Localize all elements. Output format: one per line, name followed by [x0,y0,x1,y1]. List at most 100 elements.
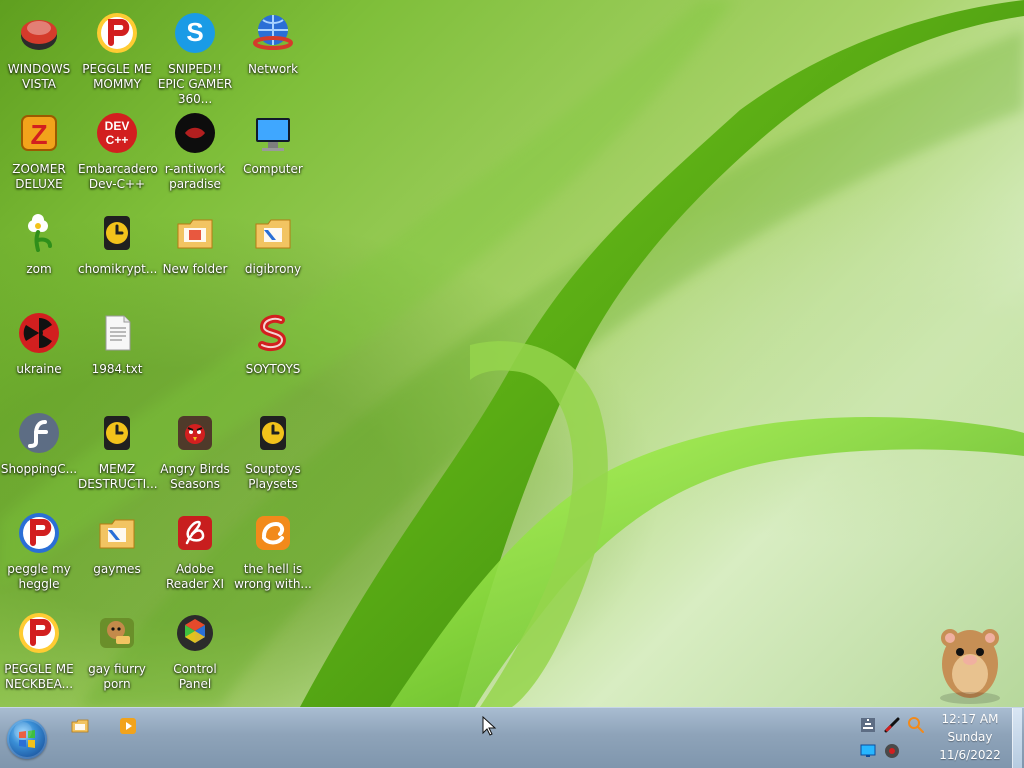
svg-text:S: S [186,17,203,47]
taskbar: 12:17 AM Sunday 11/6/2022 [0,707,1024,768]
desktop-icon-souptoys-playsets[interactable]: Souptoys Playsets [234,404,312,494]
icon-label: Network [247,62,299,76]
flash-icon [19,413,59,453]
svg-text:DEV: DEV [105,119,130,133]
icon-label: Souptoys Playsets [245,462,301,491]
hamster-desktop-pet[interactable] [920,612,1020,706]
peggle-icon [97,13,137,53]
icon-label: r-antiwork paradise [164,162,226,191]
skype-icon: S [175,13,215,53]
folder-blue-icon [99,519,135,549]
folder-icon[interactable] [70,716,90,736]
desktop-icon-embarcadero-dev-cpp[interactable]: DEV C++ Embarcadero Dev-C++ [78,104,158,194]
desktop-icon-shoppingc[interactable]: ShoppingC... [0,404,78,494]
angry-birds-icon [178,416,212,450]
icon-label: Control Panel [173,662,217,691]
icon-label: Computer [243,162,303,176]
uc-browser-icon [256,516,290,550]
flower-icon [28,214,52,252]
desktop-icon-grid: WINDOWS VISTA PEGGLE ME MOMMY S SNIPED!!… [0,0,320,700]
desktop-icon-windows-vista[interactable]: WINDOWS VISTA [0,4,78,94]
icon-label: ZOOMER DELUXE [12,162,66,191]
desktop-icon-angry-birds-seasons[interactable]: Angry Birds Seasons [156,404,234,494]
desktop-icon-network[interactable]: Network [234,4,312,94]
adobe-reader-icon [178,516,212,550]
vista-icon [21,20,57,50]
icon-label: PEGGLE ME NECKBEA... [4,662,74,691]
network-globe-icon [253,15,293,50]
computer-monitor-icon [256,118,290,151]
radiation-icon [19,313,59,353]
desktop-icon-soytoys[interactable]: SOYTOYS [234,304,312,394]
monitor-tray-icon[interactable] [859,742,877,760]
icon-label: peggle my heggle [7,562,71,591]
icon-label: SNIPED!! EPIC GAMER 360... [157,62,233,106]
devcpp-icon: DEV C++ [97,113,137,153]
quick-launch [70,716,160,740]
zoomer-deluxe-icon: Z [21,115,57,151]
peggle-icon [19,513,59,553]
icon-label: gaymes [93,562,141,576]
icon-label: Angry Birds Seasons [160,462,230,491]
icon-label: gay fiurry porn [88,662,146,691]
icon-label: ShoppingC... [0,462,78,476]
desktop-icon-1984-txt[interactable]: 1984.txt [78,304,156,394]
icon-label: WINDOWS VISTA [7,62,71,91]
desktop-icon-control-panel[interactable]: Control Panel [156,604,234,694]
icon-label: Embarcadero Dev-C++ [78,162,158,191]
icon-label: Adobe Reader XI [165,562,225,591]
desktop-icon-gay-fiurry-porn[interactable]: gay fiurry porn [78,604,156,694]
svg-text:Z: Z [30,119,47,150]
mouse-cursor-icon [482,716,497,736]
text-file-icon [105,315,131,351]
desktop-icon-peggle-me-mommy[interactable]: PEGGLE ME MOMMY [78,4,156,94]
clock-time: 12:17 AM [941,712,999,726]
desktop-icon-zoomer-deluxe[interactable]: Z ZOOMER DELUXE [0,104,78,194]
desktop-icon-ukraine[interactable]: ukraine [0,304,78,394]
desktop-icon-peggle-me-neckbea[interactable]: PEGGLE ME NECKBEA... [0,604,78,694]
desktop-icon-chomikrypt[interactable]: chomikrypt... [78,204,158,294]
red-s-icon [258,314,287,352]
taskbar-clock[interactable]: 12:17 AM Sunday 11/6/2022 [930,710,1010,766]
network-tray-icon[interactable] [859,716,877,734]
desktop-icon-r-antiwork-paradise[interactable]: r-antiwork paradise [156,104,234,194]
desktop-icon-adobe-reader-xi[interactable]: Adobe Reader XI [156,504,234,594]
desktop-icon-new-folder[interactable]: New folder [156,204,234,294]
clock-date: 11/6/2022 [939,748,1001,762]
control-panel-icon [177,615,213,651]
search-tray-icon[interactable] [907,716,925,734]
desktop-icon-sniped-epic-gamer[interactable]: S SNIPED!! EPIC GAMER 360... [156,4,234,106]
icon-label: SOYTOYS [245,362,301,376]
pen-tray-icon[interactable] [883,716,901,734]
desktop-icon-the-hell-is-wrong-with[interactable]: the hell is wrong with... [234,504,312,594]
windows-orb-icon[interactable] [7,719,47,759]
desktop-icon-zom[interactable]: zom [0,204,78,294]
hamster-box-icon [100,618,134,648]
desktop[interactable]: WINDOWS VISTA PEGGLE ME MOMMY S SNIPED!!… [0,0,1024,707]
media-player-icon[interactable] [118,716,138,736]
desktop-icon-memz-destructi[interactable]: MEMZ DESTRUCTI... [78,404,158,494]
icon-label: MEMZ DESTRUCTI... [78,462,158,491]
icon-label: PEGGLE ME MOMMY [82,62,152,91]
shortcut-clock-icon [104,216,130,250]
desktop-icon-computer[interactable]: Computer [234,104,312,194]
shortcut-clock-icon [260,416,286,450]
icon-label: chomikrypt... [78,262,158,276]
icon-label: the hell is wrong with... [234,562,312,591]
desktop-icon-digibrony[interactable]: digibrony [234,204,312,294]
icon-label: 1984.txt [91,362,143,376]
svg-text:C++: C++ [106,133,129,147]
folder-icon [177,219,213,249]
folder-blue-icon [255,219,291,249]
desktop-icon-peggle-my-heggle[interactable]: peggle my heggle [0,504,78,594]
icon-label: digibrony [244,262,302,276]
icon-label: New folder [162,262,228,276]
system-tray [859,716,929,760]
speaker-tray-icon[interactable] [883,742,901,760]
icon-label: ukraine [16,362,62,376]
desktop-icon-gaymes[interactable]: gaymes [78,504,156,594]
show-desktop-button[interactable] [1012,708,1022,768]
icon-label: zom [26,262,52,276]
peggle-icon [19,613,59,653]
clock-day: Sunday [947,730,993,744]
